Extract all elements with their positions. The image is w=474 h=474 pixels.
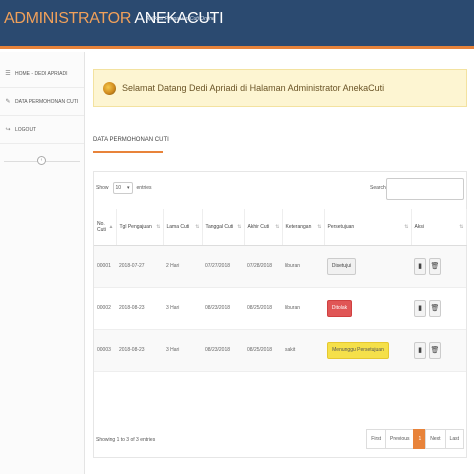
print-button[interactable]: ▮ (414, 299, 426, 317)
section-underline (93, 151, 163, 153)
column-header-persetujuan[interactable]: Persetujuan ⇅ (324, 209, 412, 246)
entries-select[interactable]: 10 ▾ (112, 182, 133, 194)
cell-akhir-cuti: 07/28/2018 (244, 245, 282, 288)
cell-tanggal-cuti: 07/27/2018 (202, 245, 244, 288)
sidebar-item-label: HOME - DEDI APRIADI (15, 70, 68, 77)
pager-previous[interactable]: Previous (385, 429, 415, 449)
sort-icon: ⇅ (195, 223, 200, 230)
sidebar-item-label: DATA PERMOHONAN CUTI (15, 98, 79, 105)
cell-tanggal-cuti: 08/23/2018 (202, 287, 244, 330)
sort-icon: ⇅ (237, 223, 242, 230)
cell-aksi: ▮ 🗑 (411, 287, 466, 330)
logout-icon: ↪ (5, 127, 11, 133)
welcome-banner: Selamat Datang Dedi Apriadi di Halaman A… (93, 69, 467, 107)
cell-no-cuti: 00003 (94, 329, 116, 372)
sidebar-collapse-button[interactable]: ‹ (37, 156, 46, 165)
top-navbar: ADMINISTRATOR ANEKACUTI Aplikasi Pengaju… (0, 0, 474, 49)
status-pending-button[interactable]: Menunggu Persetujuan (327, 341, 389, 359)
sidebar-item-home[interactable]: ☰ HOME - DEDI APRIADI (0, 60, 84, 88)
search-label: Search: (370, 185, 388, 191)
print-icon: ▮ (418, 263, 422, 270)
cell-no-cuti: 00002 (94, 287, 116, 330)
cell-tanggal-cuti: 08/23/2018 (202, 329, 244, 372)
sort-icon: ⇅ (156, 223, 161, 230)
sidebar: ☰ HOME - DEDI APRIADI ✎ DATA PERMOHONAN … (0, 52, 85, 474)
brand-part1: ADMINISTRATOR (4, 10, 132, 27)
entries-value: 10 (115, 185, 122, 191)
entries-label: entries (136, 185, 152, 191)
cell-keterangan: sakit (282, 329, 324, 372)
table-info: Showing 1 to 3 of 3 entries (96, 437, 156, 443)
cell-aksi: ▮ 🗑 (411, 329, 466, 372)
status-rejected-button[interactable]: Ditolak (327, 299, 352, 317)
sidebar-item-logout[interactable]: ↪ LOGOUT (0, 116, 84, 144)
delete-button[interactable]: 🗑 (429, 341, 441, 359)
cell-tgl-pengajuan: 2018-08-23 (116, 287, 163, 330)
sort-asc-icon: ▲ (108, 223, 114, 230)
pager-last[interactable]: Last (444, 429, 464, 449)
cell-keterangan: liburan (282, 245, 324, 288)
cell-akhir-cuti: 08/25/2018 (244, 287, 282, 330)
sort-icon: ⇅ (317, 223, 322, 230)
sort-icon: ⇅ (275, 223, 280, 230)
trash-icon: 🗑 (430, 263, 440, 270)
cell-aksi: ▮ 🗑 (411, 245, 466, 288)
entries-length-control: Show 10 ▾ entries (96, 182, 152, 194)
table-header-row: No. Cuti ▲ Tgl Pengajuan ⇅ Lama Cuti ⇅ Tang… (94, 209, 467, 246)
pencil-icon: ✎ (5, 99, 11, 105)
list-icon: ☰ (5, 71, 11, 77)
cell-akhir-cuti: 08/25/2018 (244, 329, 282, 372)
column-header-tanggal-cuti[interactable]: Tanggal Cuti ⇅ (202, 209, 245, 246)
table-row: 00001 2018-07-27 2 Hari 07/27/2018 07/28… (94, 245, 466, 288)
welcome-text: Selamat Datang Dedi Apriadi di Halaman A… (122, 83, 385, 93)
pagination: First Previous 1 Next Last (366, 429, 464, 449)
cell-persetujuan: Ditolak (324, 287, 411, 330)
cell-persetujuan: Menunggu Persetujuan (324, 329, 411, 372)
print-icon: ▮ (418, 347, 422, 354)
cell-tgl-pengajuan: 2018-08-23 (116, 329, 163, 372)
cell-lama-cuti: 3 Hari (163, 287, 202, 330)
delete-button[interactable]: 🗑 (429, 257, 441, 275)
chevron-down-icon: ▾ (127, 185, 130, 191)
cell-lama-cuti: 3 Hari (163, 329, 202, 372)
column-header-lama-cuti[interactable]: Lama Cuti ⇅ (163, 209, 203, 246)
table-row: 00002 2018-08-23 3 Hari 08/23/2018 08/25… (94, 287, 466, 330)
section-title: DATA PERMOHONAN CUTI (93, 137, 169, 143)
pager-next[interactable]: Next (425, 429, 446, 449)
print-button[interactable]: ▮ (414, 341, 426, 359)
brand-tagline: Aplikasi Pengajuan Cuti Online (146, 16, 215, 22)
main-content: Selamat Datang Dedi Apriadi di Halaman A… (86, 52, 474, 474)
sidebar-item-data-permohonan[interactable]: ✎ DATA PERMOHONAN CUTI (0, 88, 84, 116)
emblem-icon (103, 81, 116, 95)
column-header-no-cuti[interactable]: No. Cuti ▲ (94, 209, 117, 246)
sort-icon: ⇅ (404, 223, 409, 230)
cell-lama-cuti: 2 Hari (163, 245, 202, 288)
cell-no-cuti: 00001 (94, 245, 116, 288)
table-row: 00003 2018-08-23 3 Hari 08/23/2018 08/25… (94, 329, 466, 372)
print-button[interactable]: ▮ (414, 257, 426, 275)
delete-button[interactable]: 🗑 (429, 299, 441, 317)
trash-icon: 🗑 (430, 305, 440, 312)
pager-first[interactable]: First (366, 429, 387, 449)
search-input[interactable] (386, 178, 464, 200)
column-header-aksi[interactable]: Aksi ⇅ (411, 209, 467, 246)
column-header-keterangan[interactable]: Keterangan ⇅ (282, 209, 325, 246)
column-header-akhir-cuti[interactable]: Akhir Cuti ⇅ (244, 209, 283, 246)
sort-icon: ⇅ (459, 223, 464, 230)
trash-icon: 🗑 (430, 347, 440, 354)
show-label: Show (96, 185, 109, 191)
column-header-tgl-pengajuan[interactable]: Tgl Pengajuan ⇅ (116, 209, 164, 246)
cell-keterangan: liburan (282, 287, 324, 330)
sidebar-item-label: LOGOUT (15, 126, 37, 133)
print-icon: ▮ (418, 305, 422, 312)
leave-table: No. Cuti ▲ Tgl Pengajuan ⇅ Lama Cuti ⇅ Tang… (94, 209, 467, 372)
cell-persetujuan: Disetujui (324, 245, 411, 288)
cell-tgl-pengajuan: 2018-07-27 (116, 245, 163, 288)
data-table-panel: Show 10 ▾ entries Search: No. Cuti ▲ Tgl … (93, 171, 467, 458)
status-approved-button[interactable]: Disetujui (327, 257, 356, 275)
